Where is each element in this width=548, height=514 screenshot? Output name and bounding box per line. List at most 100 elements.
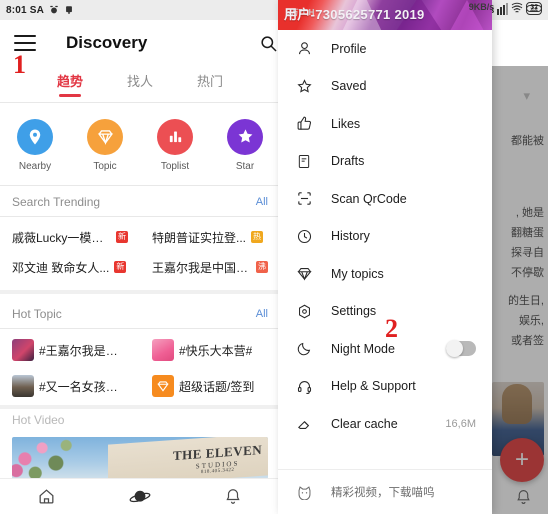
scan-icon <box>294 189 314 209</box>
divider <box>0 290 280 294</box>
hot-video-thumbnail[interactable]: THE ELEVEN STUDIOS 818.405.3422 <box>12 437 268 479</box>
menu-item-label: Drafts <box>331 154 365 169</box>
menu-item-label: Night Mode <box>331 341 395 356</box>
trend-text: 戚薇Lucky一模一样 <box>12 230 111 245</box>
quick-action-label: Nearby <box>18 160 52 172</box>
drawer-scrim[interactable] <box>492 20 548 514</box>
menu-item-clear-cache[interactable]: Clear cache 16,6M <box>278 405 492 443</box>
status-badge: 新 <box>114 261 127 273</box>
search-icon[interactable] <box>259 34 278 53</box>
menu-item-likes[interactable]: Likes <box>278 105 492 143</box>
page-title: Discovery <box>66 33 148 52</box>
search-trending-header: Search Trending All <box>0 188 280 216</box>
tab-hot[interactable]: 热门 <box>197 71 223 97</box>
menu-item-label: My topics <box>331 266 384 281</box>
list-item[interactable]: 超级话题/签到 <box>140 368 280 404</box>
drawer-menu: Profile Saved Likes Drafts Scan QrCode H… <box>278 30 492 443</box>
menu-item-drafts[interactable]: Drafts <box>278 143 492 181</box>
alarm-icon <box>49 5 59 15</box>
drawer-footer-promo[interactable]: 精彩视频，下载喵呜 <box>278 470 492 514</box>
menu-item-label: Profile <box>331 41 367 56</box>
status-badge: 热 <box>251 231 264 243</box>
cache-size-value: 16,6M <box>445 417 476 430</box>
menu-item-saved[interactable]: Saved <box>278 68 492 106</box>
quick-action-label: Topic <box>93 160 117 172</box>
nav-notifications[interactable] <box>187 487 280 506</box>
bottom-navigation <box>0 478 280 514</box>
cat-face-icon <box>294 482 314 502</box>
pink-poster-thumb <box>152 339 174 361</box>
menu-item-label: Scan QrCode <box>331 191 407 206</box>
quick-action-toplist[interactable]: Toplist <box>140 118 210 172</box>
hamburger-icon[interactable] <box>14 35 36 51</box>
trend-text: 邓文迪 致命女人... <box>12 260 110 275</box>
list-item[interactable]: 王嘉尔我是中国9... 沸 <box>140 252 280 282</box>
menu-item-label: Clear cache <box>331 416 398 431</box>
status-badge: 沸 <box>256 261 268 273</box>
headset-icon <box>294 376 314 396</box>
location-pin-icon <box>17 118 53 155</box>
quick-action-label: Star <box>235 160 255 172</box>
menu-item-help-support[interactable]: Help & Support <box>278 368 492 406</box>
nav-home[interactable] <box>0 487 93 506</box>
section-title: Search Trending <box>12 195 101 209</box>
night-mode-toggle[interactable] <box>446 340 476 358</box>
screen: ▾ 都能被 , 她是 翻糖蛋 探寻自 不停歇 的生日, 娱乐, 或者签 + Di… <box>0 0 548 514</box>
quick-action-topic[interactable]: Topic <box>70 118 140 172</box>
signal-icon <box>497 2 509 12</box>
topic-text: #又一名女孩涠洲... <box>39 379 128 394</box>
quick-action-nearby[interactable]: Nearby <box>0 118 70 172</box>
topic-text: #王嘉尔我是中国... <box>39 343 128 358</box>
network-speed-value-right: 9KB/s <box>468 2 495 12</box>
menu-item-label: Help & Support <box>331 379 416 394</box>
trend-text: 特朗普证实拉登... <box>152 230 247 245</box>
star-icon <box>294 76 314 96</box>
planet-icon <box>129 487 151 507</box>
battery-indicator-right: 32 <box>526 2 542 12</box>
annotation-step-2: 2 <box>385 314 398 343</box>
hot-topic-all-link[interactable]: All <box>256 308 268 320</box>
diamond-icon <box>87 118 123 155</box>
quick-action-star[interactable]: Star <box>210 118 280 172</box>
gear-icon <box>294 301 314 321</box>
search-trending-all-link[interactable]: All <box>256 196 268 208</box>
person-icon <box>294 39 314 59</box>
diamond-icon <box>152 375 174 397</box>
bell-icon <box>224 487 242 506</box>
bar-chart-icon <box>157 118 193 155</box>
menu-item-scan-qrcode[interactable]: Scan QrCode <box>278 180 492 218</box>
navigation-drawer: Profile Saved Likes Drafts Scan QrCode H… <box>278 0 492 514</box>
tab-find-people[interactable]: 找人 <box>127 71 153 97</box>
status-bar-right-overlay: 9KB/s 32 <box>469 2 542 12</box>
list-item[interactable]: #快乐大本营# <box>140 332 280 368</box>
list-item[interactable]: 戚薇Lucky一模一样 新 <box>0 222 140 252</box>
diamond-icon <box>294 264 314 284</box>
divider <box>0 328 280 329</box>
nav-discovery[interactable] <box>93 487 186 507</box>
section-title: Hot Topic <box>12 307 62 321</box>
thumbs-up-icon <box>294 114 314 134</box>
list-item[interactable]: 邓文迪 致命女人... 新 <box>0 252 140 282</box>
trend-text: 王嘉尔我是中国9... <box>152 260 251 275</box>
menu-item-label: Settings <box>331 304 377 319</box>
drawer-header-banner <box>278 0 492 30</box>
clock-icon <box>294 226 314 246</box>
star-icon <box>227 118 263 155</box>
moon-icon <box>294 339 314 359</box>
topic-text: #快乐大本营# <box>179 343 253 358</box>
search-trending-list: 戚薇Lucky一模一样 新 特朗普证实拉登... 热 邓文迪 致命女人... 新… <box>0 222 280 282</box>
menu-item-profile[interactable]: Profile <box>278 30 492 68</box>
quick-action-label: Toplist <box>160 160 190 172</box>
annotation-step-1: 1 <box>13 50 26 79</box>
tab-trending[interactable]: 趋势 <box>57 71 83 97</box>
list-item[interactable]: 特朗普证实拉登... 热 <box>140 222 280 252</box>
menu-item-label: Likes <box>331 116 361 131</box>
menu-item-history[interactable]: History <box>278 218 492 256</box>
concert-photo-thumb <box>12 339 34 361</box>
hot-topic-header: Hot Topic All <box>0 300 280 328</box>
menu-item-my-topics[interactable]: My topics <box>278 255 492 293</box>
hot-video-title: Hot Video <box>0 409 280 431</box>
list-item[interactable]: #王嘉尔我是中国... <box>0 332 140 368</box>
wifi-icon <box>511 2 523 12</box>
list-item[interactable]: #又一名女孩涠洲... <box>0 368 140 404</box>
